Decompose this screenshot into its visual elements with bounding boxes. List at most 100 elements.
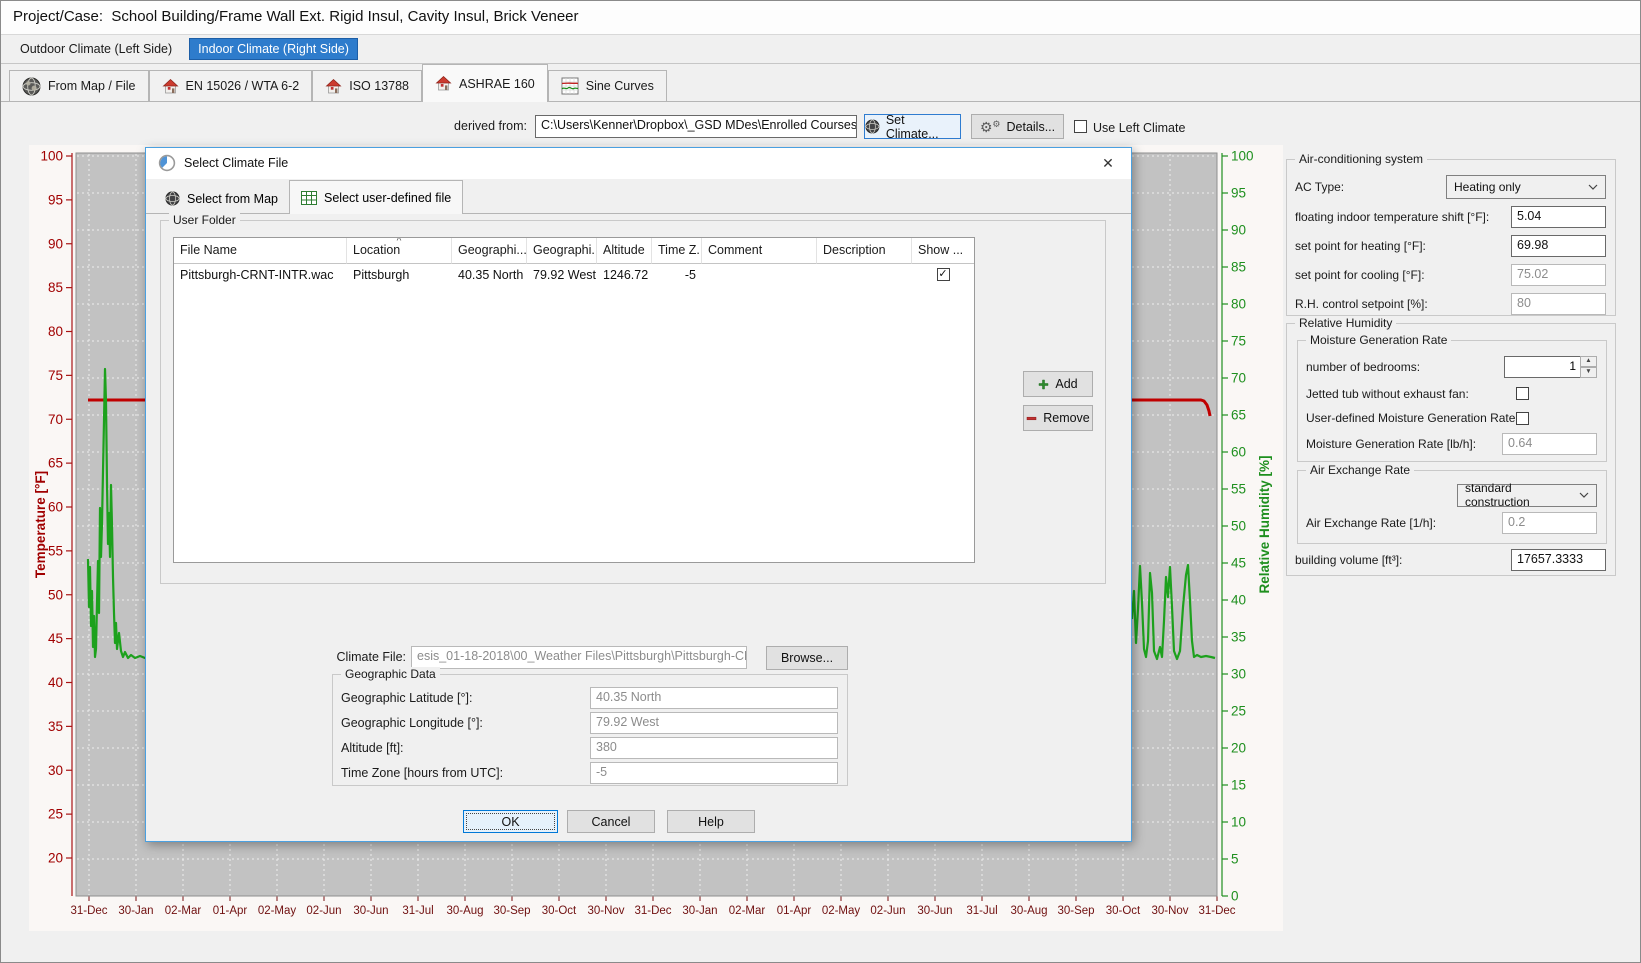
cell-altitude[interactable]: 1246.72 (597, 264, 652, 286)
timezone-field: -5 (590, 762, 838, 784)
svg-text:30-Jun: 30-Jun (917, 905, 952, 917)
svg-text:02-Mar: 02-Mar (165, 905, 202, 917)
climate-file-label: Climate File: (336, 650, 406, 664)
ac-type-dropdown[interactable]: Heating only (1446, 175, 1606, 199)
heating-setpoint-field[interactable]: 69.98 (1511, 235, 1606, 257)
plus-icon (1038, 379, 1049, 390)
stepper-down-icon[interactable]: ▼ (1580, 367, 1597, 378)
air-exchange-group-title: Air Exchange Rate (1306, 463, 1414, 477)
browse-button[interactable]: Browse... (766, 646, 848, 670)
select-climate-file-dialog: Select Climate File ✕ Select from Map Se… (145, 147, 1132, 842)
svg-text:31-Jul: 31-Jul (402, 905, 433, 917)
show-checkbox[interactable] (937, 268, 950, 281)
col-comment[interactable]: Comment (702, 238, 817, 264)
svg-text:31-Dec: 31-Dec (70, 905, 107, 917)
bedrooms-value[interactable]: 1 (1504, 356, 1580, 378)
svg-text:25: 25 (48, 807, 63, 822)
help-button[interactable]: Help (667, 810, 755, 833)
cell-comment[interactable] (702, 264, 817, 286)
sort-asc-icon: ^ (397, 238, 402, 247)
svg-text:02-Mar: 02-Mar (729, 905, 766, 917)
col-time-zone[interactable]: Time Z... (652, 238, 702, 264)
svg-text:85: 85 (1231, 260, 1246, 275)
building-volume-field[interactable]: 17657.3333 (1511, 549, 1606, 571)
user-defined-rate-checkbox[interactable] (1516, 412, 1529, 425)
house-icon (435, 75, 452, 92)
ok-button[interactable]: OK (463, 810, 558, 833)
col-show[interactable]: Show ... (912, 238, 974, 264)
svg-text:15: 15 (1231, 778, 1246, 793)
floating-shift-field[interactable]: 5.04 (1511, 206, 1606, 228)
cell-file-name[interactable]: Pittsburgh-CRNT-INTR.wac (174, 264, 347, 286)
svg-text:30-Nov: 30-Nov (587, 905, 624, 917)
col-file-name[interactable]: File Name (174, 238, 347, 264)
air-exchange-group: Air Exchange Rate standard construction … (1297, 470, 1607, 544)
altitude-label: Altitude [ft]: (341, 741, 590, 755)
col-location[interactable]: ^Location (347, 238, 452, 264)
user-folder-title: User Folder (169, 213, 240, 227)
svg-text:30-Oct: 30-Oct (542, 905, 577, 917)
jetted-tub-label: Jetted tub without exhaust fan: (1306, 387, 1597, 401)
svg-text:50: 50 (48, 587, 63, 602)
svg-text:65: 65 (1231, 408, 1246, 423)
col-altitude[interactable]: Altitude (597, 238, 652, 264)
cell-description[interactable] (817, 264, 912, 286)
svg-text:02-May: 02-May (258, 905, 297, 917)
table-row[interactable]: Pittsburgh-CRNT-INTR.wac Pittsburgh 40.3… (174, 264, 974, 286)
tab-select-from-map[interactable]: Select from Map (154, 184, 289, 213)
cell-location[interactable]: Pittsburgh (347, 264, 452, 286)
remove-label: Remove (1043, 411, 1090, 425)
dialog-title-bar[interactable]: Select Climate File ✕ (146, 148, 1131, 179)
add-button[interactable]: Add (1023, 371, 1093, 397)
cell-latitude[interactable]: 40.35 North (452, 264, 527, 286)
rh-group-title: Relative Humidity (1295, 316, 1396, 330)
svg-text:45: 45 (1231, 556, 1246, 571)
svg-text:30-Sep: 30-Sep (1057, 905, 1094, 917)
close-icon[interactable]: ✕ (1093, 152, 1123, 174)
tab-label: Select from Map (187, 192, 278, 206)
floating-shift-label: floating indoor temperature shift [°F]: (1295, 210, 1511, 224)
svg-text:30-Jan: 30-Jan (682, 905, 717, 917)
stepper-up-icon[interactable]: ▲ (1580, 356, 1597, 367)
col-description[interactable]: Description (817, 238, 912, 264)
heating-setpoint-label: set point for heating [°F]: (1295, 239, 1511, 253)
climate-file-table[interactable]: File Name ^Location Geographi... Geograp… (173, 237, 975, 563)
cell-timezone[interactable]: -5 (652, 264, 702, 286)
svg-text:01-Apr: 01-Apr (777, 905, 812, 917)
cancel-button[interactable]: Cancel (567, 810, 655, 833)
chevron-down-icon (1588, 184, 1598, 190)
svg-text:30-Aug: 30-Aug (1010, 905, 1047, 917)
col-geographic-lon[interactable]: Geographi... (527, 238, 597, 264)
col-geographic-lat[interactable]: Geographi... (452, 238, 527, 264)
svg-text:30-Oct: 30-Oct (1106, 905, 1141, 917)
svg-text:31-Jul: 31-Jul (966, 905, 997, 917)
tab-label: Select user-defined file (324, 191, 451, 205)
building-volume-label: building volume [ft³]: (1295, 553, 1511, 567)
user-defined-rate-label: User-defined Moisture Generation Rate: (1306, 411, 1597, 425)
svg-text:02-Jun: 02-Jun (870, 905, 905, 917)
svg-text:55: 55 (1231, 482, 1246, 497)
jetted-tub-checkbox[interactable] (1516, 387, 1529, 400)
cell-longitude[interactable]: 79.92 West (527, 264, 597, 286)
svg-text:70: 70 (48, 412, 63, 427)
svg-text:30-Nov: 30-Nov (1151, 905, 1188, 917)
svg-text:85: 85 (48, 280, 63, 295)
ac-system-group: Air-conditioning system AC Type: Heating… (1286, 159, 1616, 316)
ac-group-title: Air-conditioning system (1295, 152, 1427, 166)
moisture-rate-label: Moisture Generation Rate [lb/h]: (1306, 437, 1502, 451)
tab-select-user-defined-file[interactable]: Select user-defined file (289, 180, 463, 214)
moisture-generation-group: Moisture Generation Rate number of bedro… (1297, 340, 1607, 462)
construction-type-dropdown[interactable]: standard construction (1457, 484, 1597, 507)
minus-icon (1026, 413, 1037, 424)
bedrooms-stepper[interactable]: 1 ▲ ▼ (1504, 356, 1597, 378)
remove-button[interactable]: Remove (1023, 405, 1093, 431)
tab-ashrae-160[interactable]: ASHRAE 160 (422, 64, 548, 102)
app-window: Project/Case: School Building/Frame Wall… (0, 0, 1641, 963)
svg-text:40: 40 (48, 675, 63, 690)
svg-text:40: 40 (1231, 593, 1246, 608)
cell-show (912, 264, 974, 286)
svg-text:95: 95 (1231, 186, 1246, 201)
rh-control-setpoint-label: R.H. control setpoint [%]: (1295, 297, 1511, 311)
svg-text:90: 90 (48, 236, 63, 251)
svg-text:35: 35 (1231, 630, 1246, 645)
